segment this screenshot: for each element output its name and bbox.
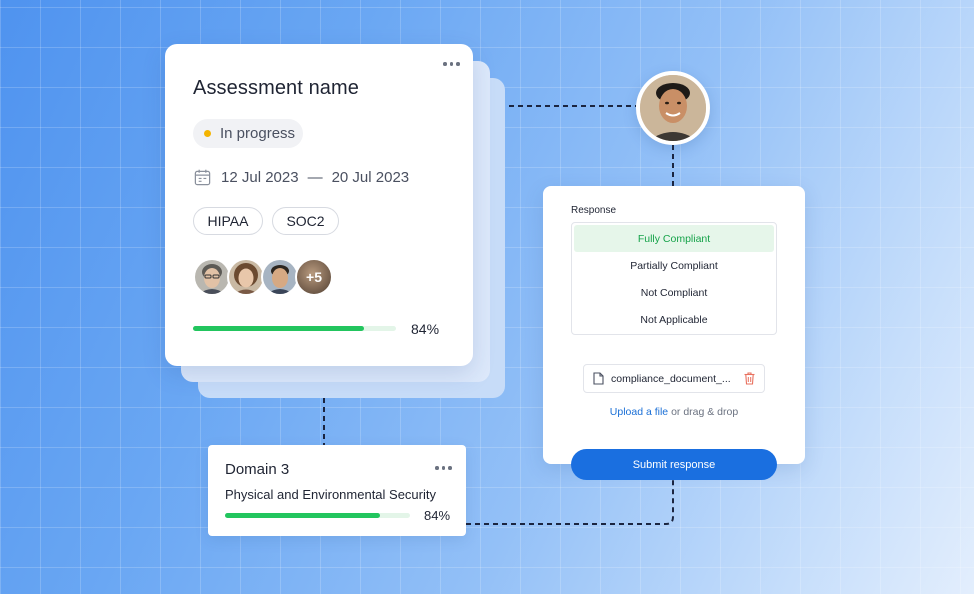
file-icon xyxy=(593,372,604,385)
option-fully-compliant[interactable]: Fully Compliant xyxy=(574,225,774,252)
domain-progress-label: 84% xyxy=(424,508,451,523)
submit-response-button[interactable]: Submit response xyxy=(571,449,777,480)
option-not-compliant[interactable]: Not Compliant xyxy=(574,279,774,306)
response-card: Response Fully Compliant Partially Compl… xyxy=(543,186,805,464)
upload-hint: or drag & drop xyxy=(668,406,739,418)
calendar-icon xyxy=(194,169,211,186)
option-partially-compliant[interactable]: Partially Compliant xyxy=(574,252,774,279)
tag-hipaa[interactable]: HIPAA xyxy=(193,207,263,235)
member-avatars[interactable]: +5 xyxy=(193,258,333,296)
status-dot-icon xyxy=(204,130,211,137)
assessment-card[interactable]: Assessment name In progress 12 Jul 2023 … xyxy=(165,44,473,366)
date-range: 12 Jul 2023 — 20 Jul 2023 xyxy=(193,168,409,187)
response-options-list: Fully Compliant Partially Compliant Not … xyxy=(571,222,777,335)
file-name: compliance_document_... xyxy=(611,372,731,385)
reviewer-avatar xyxy=(636,71,710,145)
start-date: 12 Jul 2023 xyxy=(221,169,299,186)
end-date: 20 Jul 2023 xyxy=(331,169,410,186)
status-text: In progress xyxy=(220,125,296,142)
assessment-progress-fill xyxy=(193,326,364,331)
more-members-avatar[interactable]: +5 xyxy=(295,258,333,296)
trash-icon[interactable] xyxy=(744,372,755,385)
avatar xyxy=(227,258,265,296)
domain-progress-fill xyxy=(225,513,381,518)
upload-file-link[interactable]: Upload a file xyxy=(610,406,668,418)
option-not-applicable[interactable]: Not Applicable xyxy=(574,306,774,333)
assessment-progress-label: 84% xyxy=(411,321,440,337)
upload-dropzone[interactable]: Upload a file or drag & drop xyxy=(543,406,805,418)
assessment-progress-bar xyxy=(193,326,396,331)
domain-subtitle: Physical and Environmental Security xyxy=(225,487,436,502)
status-badge: In progress xyxy=(193,119,303,148)
avatar xyxy=(193,258,231,296)
date-separator: — xyxy=(307,169,323,186)
assessment-title: Assessment name xyxy=(193,77,360,99)
domain-title: Domain 3 xyxy=(225,461,290,478)
domain-card[interactable]: Domain 3 Physical and Environmental Secu… xyxy=(208,445,466,536)
response-label: Response xyxy=(571,205,617,216)
more-members-count: +5 xyxy=(306,269,322,285)
avatar xyxy=(261,258,299,296)
attached-file[interactable]: compliance_document_... xyxy=(583,364,765,393)
domain-progress-bar xyxy=(225,513,410,518)
more-options-icon[interactable] xyxy=(435,466,452,470)
tag-soc2[interactable]: SOC2 xyxy=(272,207,339,235)
more-options-icon[interactable] xyxy=(443,62,460,66)
